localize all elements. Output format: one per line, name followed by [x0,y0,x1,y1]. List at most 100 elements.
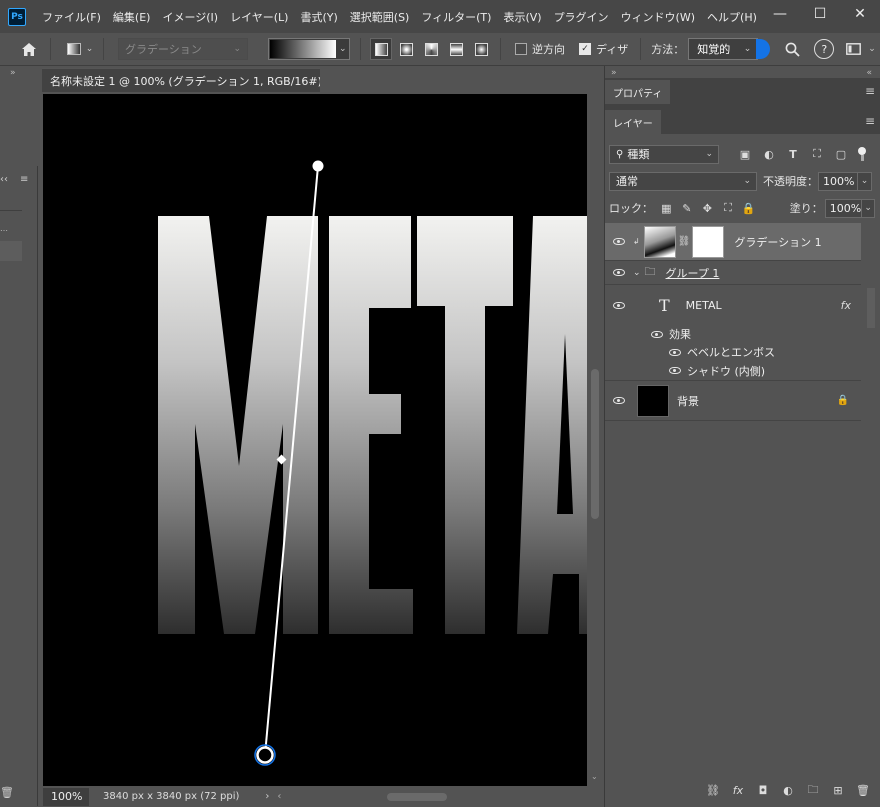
pixel-layer-filter-icon[interactable]: ▣ [737,146,753,162]
scroll-left-icon[interactable]: ‹ [277,791,281,802]
visibility-eye-icon[interactable] [605,330,669,338]
lock-all-icon[interactable]: 🔒 [741,200,756,216]
menu-type[interactable]: 書式(Y) [294,9,343,25]
method-dropdown[interactable]: 知覚的 ⌄ [688,38,759,60]
menu-filter[interactable]: フィルター(T) [415,9,497,25]
reflected-gradient-button[interactable] [445,38,467,60]
layer-row-effects[interactable]: 効果 [605,325,861,343]
collapse-panels-icon[interactable]: « [866,68,872,78]
lock-position-icon[interactable]: ✥ [700,200,715,216]
menu-help[interactable]: ヘルプ(H) [701,9,763,25]
divider [103,38,104,60]
adjustment-layer-icon[interactable]: ◐ [780,782,796,798]
blend-mode-dropdown[interactable]: 通常 ⌄ [609,171,757,191]
opacity-field[interactable]: 100% [818,171,858,191]
layer-row-text[interactable]: T METAL fx [605,285,861,325]
dither-checkbox-box[interactable]: ✓ [579,43,591,55]
visibility-eye-icon[interactable] [605,348,687,356]
horizontal-scroll-thumb[interactable] [387,792,448,801]
smart-object-filter-icon[interactable]: ▢ [833,146,849,162]
menu-view[interactable]: 表示(V) [497,9,547,25]
visibility-eye-icon[interactable] [605,397,633,404]
menu-image[interactable]: イメージ(I) [156,9,224,25]
reverse-checkbox[interactable]: 逆方向 [515,41,565,57]
menu-file[interactable]: ファイル(F) [36,9,107,25]
visibility-eye-icon[interactable] [605,301,633,309]
gradient-preset-dropdown[interactable]: グラデーション ⌄ [118,38,248,60]
gradient-picker[interactable]: ⌄ [268,38,350,60]
visibility-eye-icon[interactable] [605,238,633,245]
add-style-icon[interactable]: fx [730,782,746,798]
chevron-down-icon[interactable]: ⌄ [868,44,876,54]
document-canvas[interactable] [43,94,587,786]
maximize-button[interactable]: ☐ [800,0,840,28]
delete-layer-icon[interactable]: 🗑 [855,782,871,798]
opacity-chevron-icon[interactable]: ⌄ [858,171,872,191]
minimize-button[interactable]: — [760,0,800,28]
adjustment-layer-filter-icon[interactable]: ◐ [761,146,777,162]
selected-item-stub[interactable] [0,241,22,261]
document-tab[interactable]: 名称未設定 1 @ 100% (グラデーション 1, RGB/16#) * ✕ [42,68,350,92]
menu-edit[interactable]: 編集(E) [107,9,157,25]
layer-row-group[interactable]: ⌄ 🗀 グループ 1 [605,261,861,285]
help-icon[interactable]: ? [814,39,835,59]
collapse-left-icon[interactable]: » [10,68,16,78]
layer-row-effect-inner-shadow[interactable]: シャドウ (内側) [605,361,861,381]
fill-chevron-icon[interactable]: ⌄ [862,198,875,218]
layer-list-scrollbar[interactable] [867,288,875,328]
menu-select[interactable]: 選択範囲(S) [344,9,416,25]
chevron-down-icon[interactable]: ⌄ [633,268,641,278]
dither-checkbox[interactable]: ✓ ディザ [579,41,628,57]
menu-window[interactable]: ウィンドウ(W) [615,9,701,25]
gradient-swatch[interactable] [270,40,336,58]
zoom-field[interactable]: 100% [43,787,89,806]
diamond-gradient-button[interactable] [470,38,492,60]
menu-layer[interactable]: レイヤー(L) [224,9,294,25]
shape-layer-filter-icon[interactable]: ⛶ [809,146,825,162]
filter-toggle-switch[interactable] [857,147,867,161]
dither-label: ディザ [596,43,629,56]
layer-kind-filter[interactable]: ⚲ 種類 ⌄ [609,144,719,164]
close-button[interactable]: ✕ [840,0,880,28]
tab-layers[interactable]: レイヤー [605,110,661,134]
visibility-eye-icon[interactable] [605,269,633,276]
linear-gradient-button[interactable] [370,38,392,60]
layer-row-background[interactable]: 背景 🔒 [605,381,861,421]
layer-row-gradient[interactable]: ↲ ⛓ グラデーション 1 [605,223,861,261]
expand-left-icon[interactable]: ‹‹ [0,174,8,185]
link-layers-icon[interactable]: ⛓ [705,782,721,798]
expand-panels-icon[interactable]: » [611,68,617,78]
vertical-scrollbar[interactable]: ⌄ [587,94,603,786]
status-menu-arrow-icon[interactable]: › [265,791,269,802]
vertical-scroll-thumb[interactable] [591,369,599,519]
angle-gradient-button[interactable] [420,38,442,60]
panel-menu-icon[interactable]: ≡ [20,174,28,185]
tool-preset-picker[interactable]: ⌄ [63,38,97,60]
layer-mask-thumbnail[interactable] [692,225,725,258]
lock-transparency-icon[interactable]: ▦ [659,200,674,216]
gradient-preset-placeholder: グラデーション [125,43,202,56]
method-toggle-indicator[interactable] [756,39,771,59]
type-layer-filter-icon[interactable]: T [785,146,801,162]
add-mask-icon[interactable]: ◘ [755,782,771,798]
menu-plugins[interactable]: プラグイン [548,9,615,25]
new-group-icon[interactable]: 🗀 [805,782,821,798]
home-icon[interactable] [14,36,44,62]
radial-gradient-button[interactable] [395,38,417,60]
link-chain-icon[interactable]: ⛓ [678,236,691,247]
scroll-down-icon[interactable]: ⌄ [591,772,598,781]
layer-row-effect-bevel[interactable]: ベベルとエンボス [605,343,861,361]
reverse-checkbox-box[interactable] [515,43,527,55]
panel-menu-icon[interactable]: ≡ [865,84,875,98]
search-icon[interactable] [782,39,802,59]
workspace-icon[interactable] [844,40,862,58]
trash-icon[interactable]: 🗑 [0,786,14,799]
visibility-eye-icon[interactable] [605,367,687,374]
lock-image-icon[interactable]: ✎ [680,200,695,216]
lock-artboard-icon[interactable]: ⛶ [721,200,736,216]
tab-properties[interactable]: プロパティ [605,80,671,104]
new-layer-icon[interactable]: ⊞ [830,782,846,798]
panel-menu-icon[interactable]: ≡ [865,114,875,128]
fill-field[interactable]: 100% [824,198,863,218]
fx-icon[interactable]: fx [841,299,851,312]
